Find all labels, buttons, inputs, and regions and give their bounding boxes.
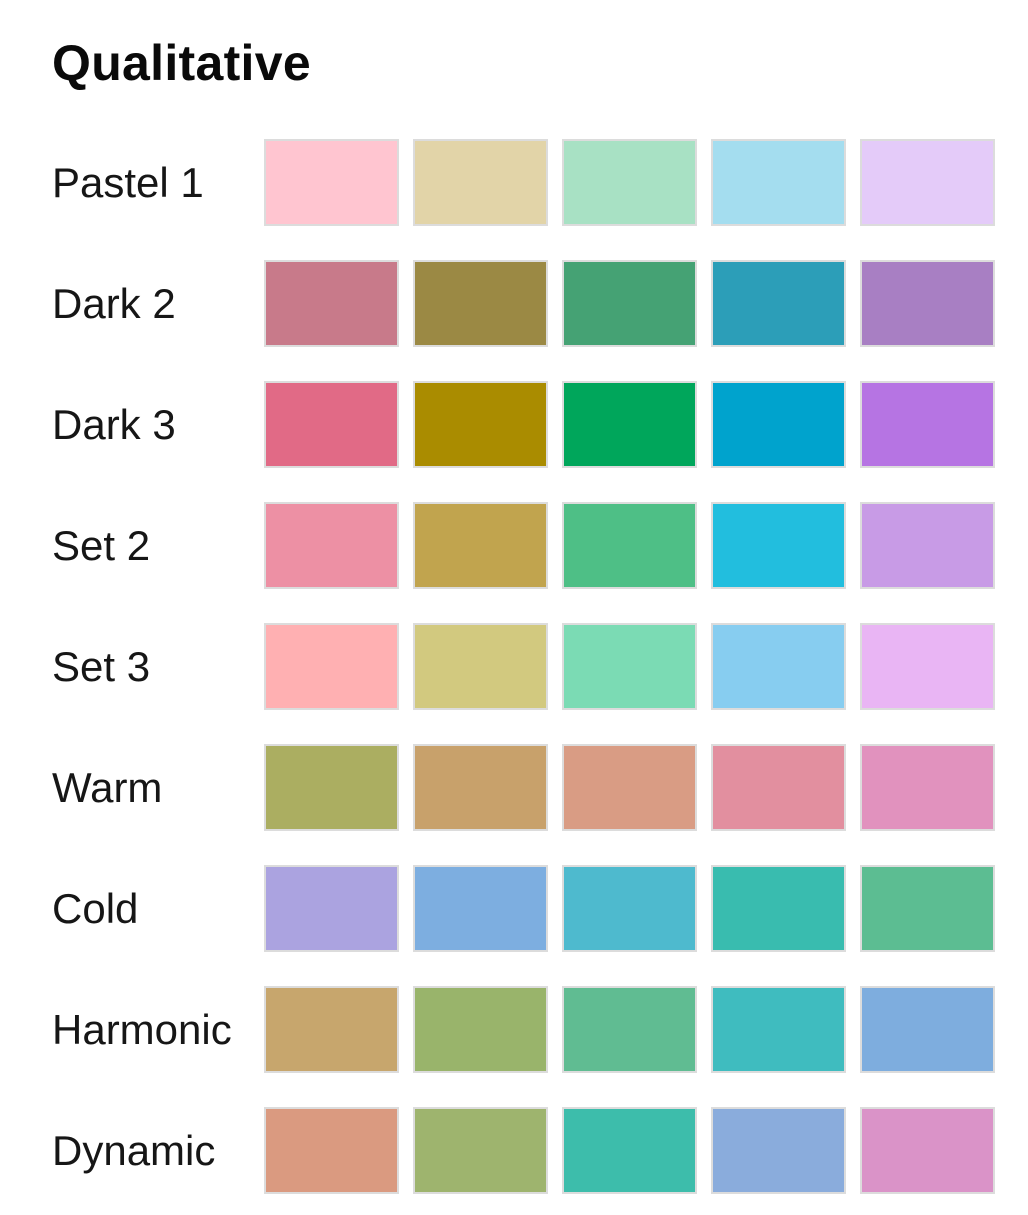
palette-row: Dynamic: [0, 1107, 1028, 1195]
color-swatch[interactable]: [860, 260, 995, 347]
color-swatch[interactable]: [264, 623, 399, 710]
color-swatch[interactable]: [264, 502, 399, 589]
color-swatch[interactable]: [860, 1107, 995, 1194]
palette-row: Warm: [0, 744, 1028, 832]
palette-label: Dark 2: [52, 280, 176, 327]
color-swatch[interactable]: [413, 139, 548, 226]
color-swatch[interactable]: [413, 623, 548, 710]
palette-row: Set 2: [0, 502, 1028, 590]
color-swatch[interactable]: [413, 865, 548, 952]
color-swatch[interactable]: [562, 1107, 697, 1194]
palette-row: Pastel 1: [0, 139, 1028, 227]
color-swatch[interactable]: [413, 1107, 548, 1194]
palette-label: Set 3: [52, 643, 151, 690]
section-title: Qualitative: [52, 35, 311, 91]
color-swatch[interactable]: [711, 139, 846, 226]
color-swatch[interactable]: [860, 865, 995, 952]
color-swatch[interactable]: [860, 986, 995, 1073]
color-swatch[interactable]: [264, 986, 399, 1073]
color-swatch[interactable]: [562, 502, 697, 589]
color-swatch[interactable]: [860, 623, 995, 710]
palette-label: Pastel 1: [52, 159, 204, 206]
color-swatch[interactable]: [860, 381, 995, 468]
color-swatch[interactable]: [711, 744, 846, 831]
palette-row: Harmonic: [0, 986, 1028, 1074]
color-swatch[interactable]: [413, 502, 548, 589]
color-swatch[interactable]: [264, 260, 399, 347]
palette-label: Cold: [52, 885, 139, 932]
color-swatch[interactable]: [711, 623, 846, 710]
palette-label: Dark 3: [52, 401, 176, 448]
color-swatch[interactable]: [711, 260, 846, 347]
palette-label: Harmonic: [52, 1006, 232, 1053]
color-swatch[interactable]: [711, 1107, 846, 1194]
color-swatch[interactable]: [711, 381, 846, 468]
color-swatch[interactable]: [562, 260, 697, 347]
color-swatch[interactable]: [711, 986, 846, 1073]
palette-row: Cold: [0, 865, 1028, 953]
color-swatch[interactable]: [562, 865, 697, 952]
color-swatch[interactable]: [413, 260, 548, 347]
color-swatch[interactable]: [264, 381, 399, 468]
palette-row: Dark 3: [0, 381, 1028, 469]
color-swatch[interactable]: [562, 623, 697, 710]
palette-label: Set 2: [52, 522, 151, 569]
color-swatch[interactable]: [413, 381, 548, 468]
palette-row: Set 3: [0, 623, 1028, 711]
color-swatch[interactable]: [264, 139, 399, 226]
color-swatch[interactable]: [562, 744, 697, 831]
color-swatch[interactable]: [711, 865, 846, 952]
palette-label: Warm: [52, 764, 163, 811]
color-swatch[interactable]: [860, 502, 995, 589]
color-swatch[interactable]: [562, 986, 697, 1073]
color-swatch[interactable]: [413, 744, 548, 831]
palette-label: Dynamic: [52, 1127, 216, 1174]
color-swatch[interactable]: [860, 139, 995, 226]
color-swatch[interactable]: [711, 502, 846, 589]
color-swatch[interactable]: [264, 865, 399, 952]
palette-row: Dark 2: [0, 260, 1028, 348]
color-swatch[interactable]: [413, 986, 548, 1073]
color-swatch[interactable]: [264, 744, 399, 831]
color-swatch[interactable]: [562, 381, 697, 468]
color-swatch[interactable]: [562, 139, 697, 226]
color-swatch[interactable]: [264, 1107, 399, 1194]
color-swatch[interactable]: [860, 744, 995, 831]
